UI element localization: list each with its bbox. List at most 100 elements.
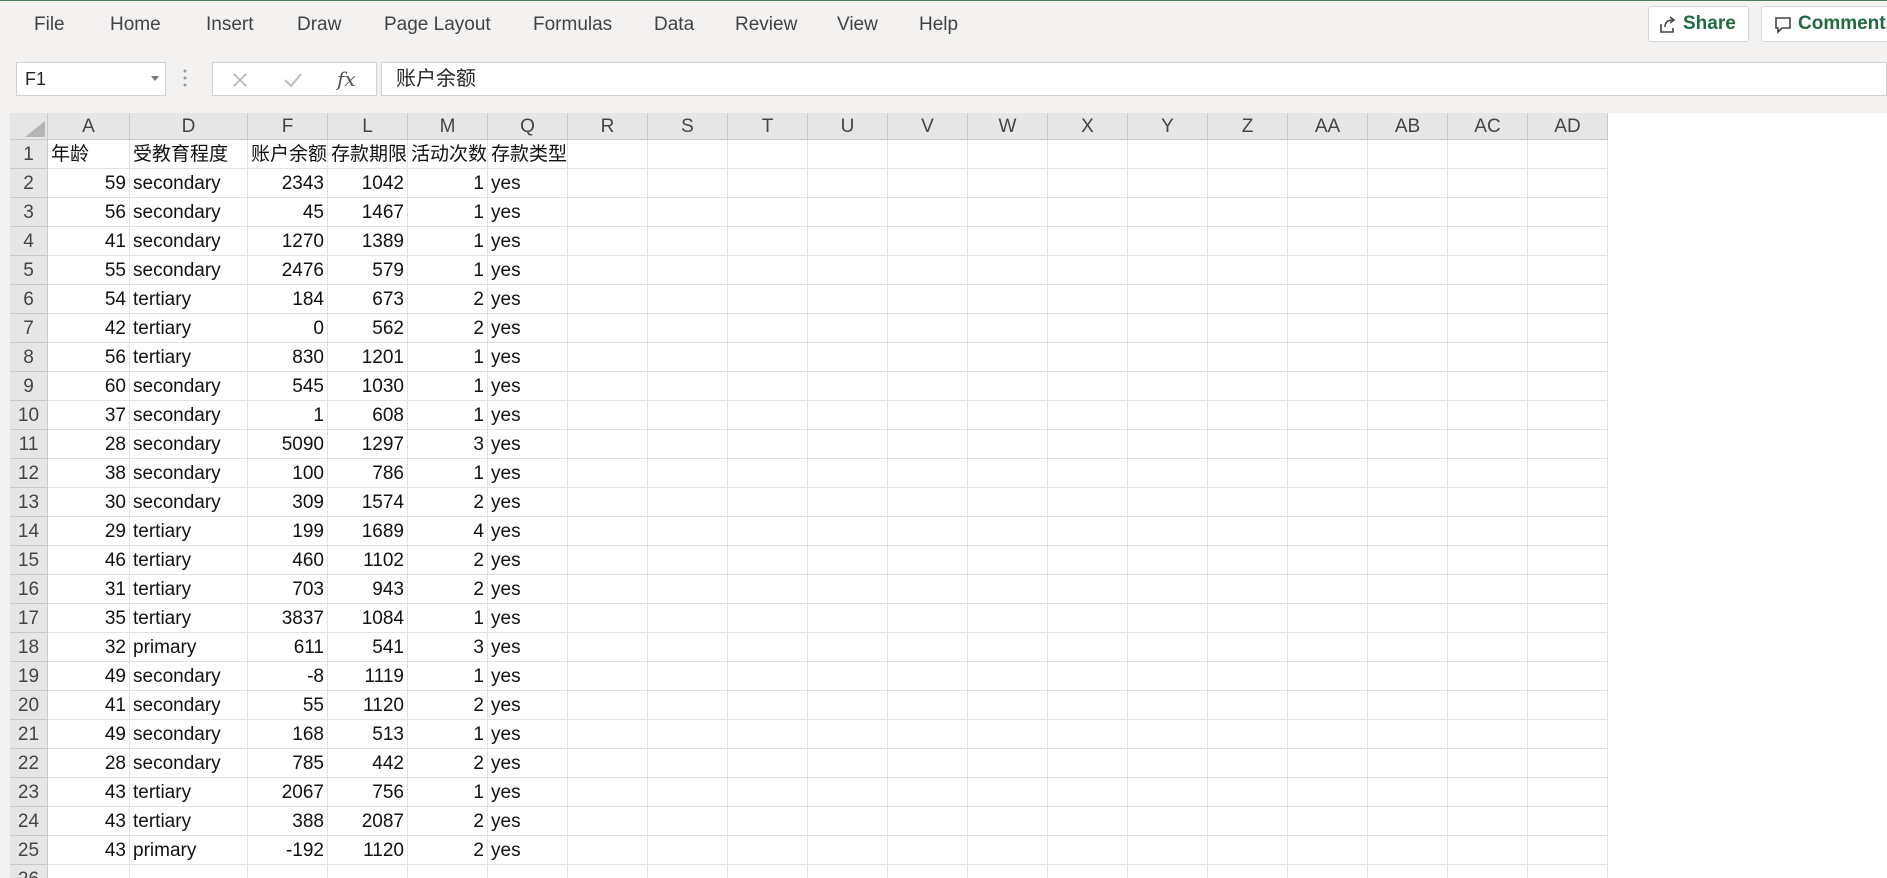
cell-z[interactable]: [1208, 633, 1288, 662]
cell-v[interactable]: [888, 169, 968, 198]
cell-t[interactable]: [728, 488, 808, 517]
cell-r[interactable]: [568, 633, 648, 662]
cell-d[interactable]: tertiary: [130, 343, 248, 372]
cell-ad[interactable]: [1528, 836, 1608, 865]
cell-a[interactable]: [48, 865, 130, 878]
cell-s[interactable]: [648, 198, 728, 227]
cell-r[interactable]: [568, 140, 648, 169]
cell-d[interactable]: primary: [130, 836, 248, 865]
cell-x[interactable]: [1048, 749, 1128, 778]
cell-v[interactable]: [888, 459, 968, 488]
cell-m[interactable]: 1: [408, 198, 488, 227]
cell-s[interactable]: [648, 459, 728, 488]
cell-q[interactable]: yes: [488, 285, 568, 314]
cell-ad[interactable]: [1528, 720, 1608, 749]
row-header[interactable]: 14: [10, 517, 48, 546]
cell-y[interactable]: [1128, 372, 1208, 401]
cell-aa[interactable]: [1288, 314, 1368, 343]
cell-v[interactable]: [888, 836, 968, 865]
cell-q[interactable]: yes: [488, 836, 568, 865]
cell-q[interactable]: yes: [488, 169, 568, 198]
cell-z[interactable]: [1208, 807, 1288, 836]
cell-m[interactable]: 1: [408, 343, 488, 372]
cell-t[interactable]: [728, 546, 808, 575]
cell-y[interactable]: [1128, 285, 1208, 314]
cell-r[interactable]: [568, 865, 648, 878]
cell-y[interactable]: [1128, 430, 1208, 459]
cell-q[interactable]: 存款类型: [488, 140, 568, 169]
row-header[interactable]: 20: [10, 691, 48, 720]
row-header[interactable]: 16: [10, 575, 48, 604]
cell-a[interactable]: 28: [48, 430, 130, 459]
cell-x[interactable]: [1048, 807, 1128, 836]
column-header-y[interactable]: Y: [1128, 113, 1208, 140]
cell-r[interactable]: [568, 430, 648, 459]
cell-t[interactable]: [728, 691, 808, 720]
cell-t[interactable]: [728, 633, 808, 662]
cell-w[interactable]: [968, 807, 1048, 836]
cell-ad[interactable]: [1528, 807, 1608, 836]
cell-d[interactable]: secondary: [130, 691, 248, 720]
cell-w[interactable]: [968, 633, 1048, 662]
cell-ab[interactable]: [1368, 430, 1448, 459]
cell-s[interactable]: [648, 865, 728, 878]
cell-u[interactable]: [808, 546, 888, 575]
cell-ab[interactable]: [1368, 517, 1448, 546]
cell-v[interactable]: [888, 546, 968, 575]
cell-s[interactable]: [648, 256, 728, 285]
cell-f[interactable]: -192: [248, 836, 328, 865]
cell-v[interactable]: [888, 604, 968, 633]
cell-r[interactable]: [568, 198, 648, 227]
cell-r[interactable]: [568, 169, 648, 198]
cell-w[interactable]: [968, 314, 1048, 343]
cell-z[interactable]: [1208, 430, 1288, 459]
cell-aa[interactable]: [1288, 836, 1368, 865]
column-header-s[interactable]: S: [648, 113, 728, 140]
cell-u[interactable]: [808, 662, 888, 691]
row-header[interactable]: 2: [10, 169, 48, 198]
cell-d[interactable]: tertiary: [130, 285, 248, 314]
cell-z[interactable]: [1208, 140, 1288, 169]
cell-q[interactable]: yes: [488, 343, 568, 372]
menu-view[interactable]: View: [837, 1, 878, 49]
cell-r[interactable]: [568, 488, 648, 517]
cell-aa[interactable]: [1288, 169, 1368, 198]
cell-x[interactable]: [1048, 227, 1128, 256]
cell-x[interactable]: [1048, 865, 1128, 878]
cell-m[interactable]: [408, 865, 488, 878]
cell-s[interactable]: [648, 836, 728, 865]
cell-f[interactable]: 0: [248, 314, 328, 343]
cell-ab[interactable]: [1368, 749, 1448, 778]
cell-x[interactable]: [1048, 343, 1128, 372]
row-header[interactable]: 18: [10, 633, 48, 662]
cell-d[interactable]: primary: [130, 633, 248, 662]
row-header[interactable]: 21: [10, 720, 48, 749]
cell-ad[interactable]: [1528, 488, 1608, 517]
cell-w[interactable]: [968, 372, 1048, 401]
cell-ac[interactable]: [1448, 749, 1528, 778]
cell-v[interactable]: [888, 285, 968, 314]
cell-f[interactable]: 100: [248, 459, 328, 488]
cell-d[interactable]: secondary: [130, 749, 248, 778]
cell-l[interactable]: 786: [328, 459, 408, 488]
cell-x[interactable]: [1048, 401, 1128, 430]
cell-a[interactable]: 49: [48, 662, 130, 691]
row-header[interactable]: 8: [10, 343, 48, 372]
cell-a[interactable]: 59: [48, 169, 130, 198]
cell-ad[interactable]: [1528, 459, 1608, 488]
column-header-z[interactable]: Z: [1208, 113, 1288, 140]
cell-x[interactable]: [1048, 662, 1128, 691]
cell-l[interactable]: 608: [328, 401, 408, 430]
cell-z[interactable]: [1208, 517, 1288, 546]
cell-aa[interactable]: [1288, 633, 1368, 662]
cell-ac[interactable]: [1448, 720, 1528, 749]
cell-z[interactable]: [1208, 691, 1288, 720]
cell-z[interactable]: [1208, 256, 1288, 285]
cell-ad[interactable]: [1528, 430, 1608, 459]
cell-v[interactable]: [888, 778, 968, 807]
cell-w[interactable]: [968, 546, 1048, 575]
row-header[interactable]: 25: [10, 836, 48, 865]
cell-ac[interactable]: [1448, 517, 1528, 546]
cell-w[interactable]: [968, 343, 1048, 372]
cell-r[interactable]: [568, 720, 648, 749]
